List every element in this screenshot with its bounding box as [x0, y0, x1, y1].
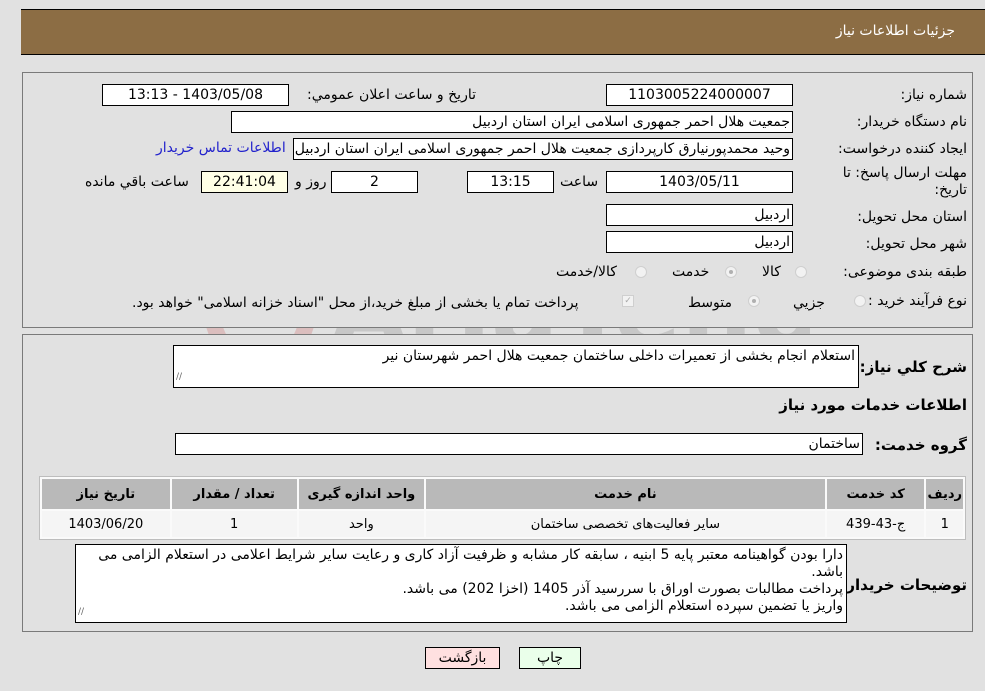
requester-field: وحید محمدپورنیارق کارپردازی جمعیت هلال ا… [293, 138, 793, 160]
buyer-notes-line: پرداخت مطالبات بصورت اوراق با سررسید آذر… [402, 581, 843, 597]
deadline-time-label: ساعت [560, 174, 599, 190]
days-label: روز و [295, 174, 327, 190]
purchase-type-option-minor: جزيي [793, 295, 825, 311]
summary-text: استعلام انجام بخشی از تعمیرات داخلی ساخت… [382, 348, 855, 364]
page-header: جزئیات اطلاعات نیاز [21, 9, 985, 55]
purchase-type-radio-minor[interactable] [854, 295, 866, 307]
table-header-row: ردیف کد خدمت نام خدمت واحد اندازه گیری ت… [42, 479, 963, 509]
province-label: استان محل تحویل: [857, 209, 967, 225]
col-service-code: کد خدمت [826, 479, 925, 509]
need-number-label: شماره نیاز: [900, 87, 968, 103]
resize-grip-icon[interactable]: ∕∕ [176, 369, 182, 386]
buyer-notes-line: واریز یا تضمین سپرده استعلام الزامی می ب… [564, 598, 843, 614]
deadline-date-field: 1403/05/11 [606, 171, 793, 193]
buyer-org-field: جمعیت هلال احمر جمهوری اسلامی ایران استا… [231, 111, 793, 133]
resize-grip-icon[interactable]: ∕∕ [78, 604, 84, 621]
col-quantity: تعداد / مقدار [171, 479, 297, 509]
cell-unit: واحد [298, 511, 424, 537]
cell-service-code: ج-43-439 [826, 511, 925, 537]
announce-datetime-field: 1403/05/08 - 13:13 [102, 84, 289, 106]
page-title: جزئیات اطلاعات نیاز [835, 23, 955, 39]
col-row-number: ردیف [926, 479, 963, 509]
category-radio-service[interactable] [725, 266, 737, 278]
city-field: اردبیل [606, 231, 793, 253]
category-option-goods-service: کالا/خدمت [556, 264, 617, 280]
time-remaining-field: 22:41:04 [201, 171, 288, 193]
summary-label: شرح کلي نیاز: [859, 358, 967, 376]
category-option-service: خدمت [672, 264, 710, 280]
province-field: اردبیل [606, 204, 793, 226]
col-service-name: نام خدمت [425, 479, 825, 509]
service-group-field: ساختمان [175, 433, 863, 455]
buyer-notes-line: دارا بودن گواهینامه معتبر پایه 5 ابنیه ،… [98, 547, 843, 580]
time-remaining-label: ساعت باقي مانده [85, 174, 189, 190]
purchase-type-option-medium: متوسط [688, 295, 732, 311]
deadline-label: مهلت ارسال پاسخ: تا تاریخ: [842, 165, 967, 198]
buyer-notes-textarea[interactable]: دارا بودن گواهینامه معتبر پایه 5 ابنیه ،… [75, 544, 847, 623]
purchase-type-radio-medium[interactable] [748, 295, 760, 307]
category-option-goods: کالا [762, 264, 781, 280]
category-radio-goods[interactable] [795, 266, 807, 278]
service-group-label: گروه خدمت: [874, 436, 967, 454]
cell-row-number: 1 [926, 511, 963, 537]
category-label: طبقه بندی موضوعی: [843, 264, 967, 280]
buyer-org-label: نام دستگاه خریدار: [856, 114, 967, 130]
cell-service-name: سایر فعالیت‌های تخصصی ساختمان [425, 511, 825, 537]
services-table: ردیف کد خدمت نام خدمت واحد اندازه گیری ت… [39, 476, 966, 540]
announce-datetime-label: تاریخ و ساعت اعلان عمومي: [307, 87, 476, 103]
treasury-note: پرداخت تمام یا بخشی از مبلغ خرید،از محل … [132, 295, 579, 311]
summary-textarea[interactable]: استعلام انجام بخشی از تعمیرات داخلی ساخت… [173, 345, 859, 388]
days-remaining-field: 2 [331, 171, 418, 193]
category-radio-goods-service[interactable] [635, 266, 647, 278]
print-button[interactable]: چاپ [519, 647, 581, 669]
buyer-contact-link[interactable]: اطلاعات تماس خریدار [156, 140, 286, 156]
treasury-checkbox[interactable]: ✓ [622, 295, 634, 307]
city-label: شهر محل تحویل: [865, 236, 967, 252]
purchase-type-label: نوع فرآیند خرید : [868, 293, 967, 309]
col-unit: واحد اندازه گیری [298, 479, 424, 509]
col-need-date: تاریخ نیاز [42, 479, 170, 509]
cell-quantity: 1 [171, 511, 297, 537]
services-section-title: اطلاعات خدمات مورد نیاز [779, 396, 967, 414]
buyer-notes-label: توضیحات خریدار: [840, 576, 967, 594]
requester-label: ایجاد کننده درخواست: [838, 141, 967, 157]
cell-need-date: 1403/06/20 [42, 511, 170, 537]
need-number-field: 1103005224000007 [606, 84, 793, 106]
back-button[interactable]: بازگشت [425, 647, 500, 669]
deadline-time-field: 13:15 [467, 171, 554, 193]
table-row: 1 ج-43-439 سایر فعالیت‌های تخصصی ساختمان… [42, 511, 963, 537]
